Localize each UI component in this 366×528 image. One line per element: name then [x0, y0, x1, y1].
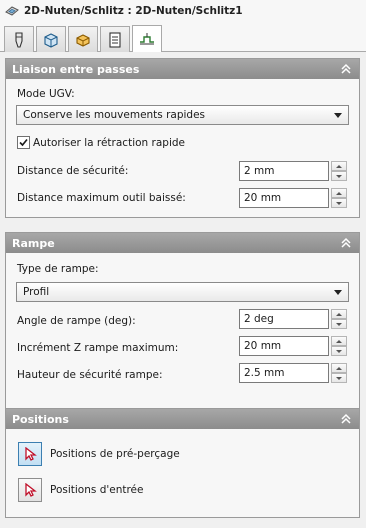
linking-panel-header[interactable]: Liaison entre passes	[6, 59, 359, 79]
ramp-panel-title: Rampe	[12, 236, 55, 250]
ramp-clearance-spinner: 2.5 mm	[239, 363, 347, 383]
max-stay-down-spinner: 20 mm	[239, 188, 347, 208]
max-ramp-stepdown-input[interactable]: 20 mm	[239, 336, 329, 356]
3d-box-icon	[44, 32, 58, 48]
linking-panel-title: Liaison entre passes	[12, 62, 140, 76]
chevron-down-icon	[334, 113, 342, 118]
tab-linking[interactable]	[132, 25, 162, 52]
ramp-type-select[interactable]: Profil	[16, 282, 349, 302]
decrement-button[interactable]	[331, 319, 347, 329]
ramp-panel-header[interactable]: Rampe	[6, 233, 359, 253]
ramp-clearance-value: 2.5 mm	[244, 367, 285, 379]
tool-icon	[15, 31, 23, 48]
ramp-type-value: Profil	[23, 286, 50, 298]
safe-distance-label: Distance de sécurité:	[17, 165, 129, 177]
increment-button[interactable]	[331, 309, 347, 319]
predrill-positions-button[interactable]	[18, 442, 42, 466]
rapid-retract-label: Autoriser la rétraction rapide	[33, 137, 185, 149]
ramp-angle-spinner: 2 deg	[239, 309, 347, 329]
max-stay-down-input[interactable]: 20 mm	[239, 188, 329, 208]
entry-positions-label: Positions d'entrée	[50, 484, 144, 496]
mode-label: Mode UGV:	[17, 88, 75, 100]
increment-button[interactable]	[331, 363, 347, 373]
max-ramp-stepdown-value: 20 mm	[244, 340, 282, 352]
window-titlebar: 2D-Nuten/Schlitz : 2D-Nuten/Schlitz1	[0, 0, 366, 22]
tab-tool[interactable]	[4, 26, 34, 52]
collapse-icon[interactable]	[339, 412, 353, 426]
positions-panel: Positions Positions de pré-perçage Posit…	[5, 408, 360, 518]
safe-distance-input[interactable]: 2 mm	[239, 161, 329, 181]
slot-operation-icon	[5, 6, 19, 16]
max-stay-down-value: 20 mm	[244, 192, 282, 204]
pointer-icon	[25, 447, 37, 461]
properties-content: Liaison entre passes Mode UGV: Conserve …	[0, 52, 366, 528]
max-ramp-stepdown-label: Incrément Z rampe maximum:	[17, 342, 179, 354]
tab-model[interactable]	[36, 26, 66, 52]
decrement-button[interactable]	[331, 373, 347, 383]
entry-positions-button[interactable]	[18, 478, 42, 502]
window-title: 2D-Nuten/Schlitz : 2D-Nuten/Schlitz1	[24, 5, 243, 17]
increment-button[interactable]	[331, 336, 347, 346]
tab-stock[interactable]	[68, 26, 98, 52]
safe-distance-spinner: 2 mm	[239, 161, 347, 181]
decrement-button[interactable]	[331, 171, 347, 181]
ramp-clearance-input[interactable]: 2.5 mm	[239, 363, 329, 383]
collapse-icon[interactable]	[339, 236, 353, 250]
increment-button[interactable]	[331, 161, 347, 171]
safe-distance-value: 2 mm	[244, 165, 275, 177]
increment-button[interactable]	[331, 188, 347, 198]
predrill-positions-label: Positions de pré-perçage	[50, 448, 180, 460]
mode-select[interactable]: Conserve les mouvements rapides	[16, 105, 349, 125]
stock-icon	[76, 33, 90, 47]
tab-strip	[0, 22, 366, 52]
ramp-angle-value: 2 deg	[244, 313, 274, 325]
rapid-retract-checkbox[interactable]	[17, 136, 30, 149]
positions-panel-title: Positions	[12, 412, 69, 426]
list-icon	[109, 31, 121, 48]
linking-icon	[140, 33, 154, 45]
chevron-down-icon	[334, 290, 342, 295]
ramp-angle-input[interactable]: 2 deg	[239, 309, 329, 329]
decrement-button[interactable]	[331, 346, 347, 356]
positions-panel-header[interactable]: Positions	[6, 409, 359, 429]
mode-select-value: Conserve les mouvements rapides	[23, 109, 206, 121]
pointer-icon	[25, 483, 37, 497]
collapse-icon[interactable]	[339, 62, 353, 76]
max-ramp-stepdown-spinner: 20 mm	[239, 336, 347, 356]
linking-panel: Liaison entre passes Mode UGV: Conserve …	[5, 58, 360, 218]
checkmark-icon	[19, 138, 28, 147]
ramp-angle-label: Angle de rampe (deg):	[17, 315, 136, 327]
ramp-clearance-label: Hauteur de sécurité rampe:	[17, 369, 163, 381]
tab-parameters[interactable]	[100, 26, 130, 52]
ramp-type-label: Type de rampe:	[17, 263, 99, 275]
max-stay-down-label: Distance maximum outil baissé:	[17, 192, 186, 204]
decrement-button[interactable]	[331, 198, 347, 208]
